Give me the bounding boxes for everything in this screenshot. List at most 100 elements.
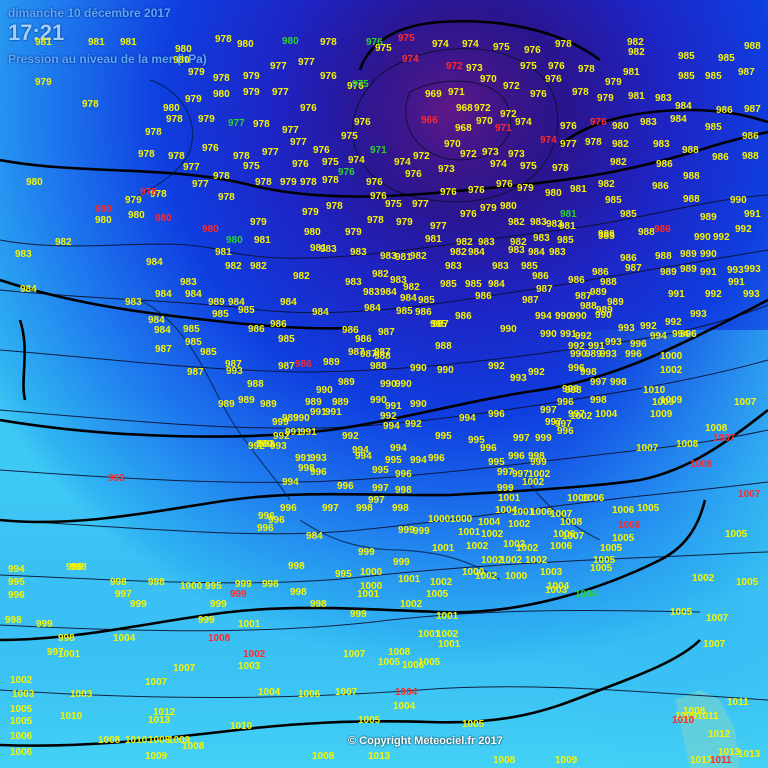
pressure-label: 983	[533, 233, 550, 244]
pressure-label: 1004	[393, 701, 416, 712]
pressure-label: 982	[250, 261, 267, 272]
pressure-label: 980	[500, 201, 517, 212]
pressure-label: 1001	[238, 619, 261, 630]
pressure-label: 989	[260, 399, 277, 410]
pressure-label: 987	[744, 104, 761, 115]
pressure-label: 978	[585, 137, 602, 148]
pressure-label: 998	[310, 599, 327, 610]
pressure-label: 1007	[335, 687, 358, 698]
pressure-label: 988	[247, 379, 264, 390]
pressure-label: 980	[282, 36, 299, 47]
pressure-label: 979	[302, 207, 319, 218]
pressure-label: 985	[183, 324, 200, 335]
pressure-label: 969	[425, 89, 442, 100]
pressure-label: 976	[300, 103, 317, 114]
pressure-label: 985	[396, 306, 413, 317]
pressure-label: 994	[459, 413, 476, 424]
pressure-label: 985	[598, 231, 615, 242]
pressure-label: 984	[185, 289, 202, 300]
pressure-label: 994	[390, 443, 407, 454]
pressure-label: 990	[293, 413, 310, 424]
pressure-label: 979	[243, 87, 260, 98]
pressure-label: 1008	[208, 633, 231, 644]
pressure-label: 974	[490, 159, 507, 170]
pressure-label: 995	[8, 577, 25, 588]
pressure-label: 1008	[98, 735, 121, 746]
pressure-label: 1004	[595, 409, 618, 420]
pressure-label: 987	[378, 327, 395, 338]
pressure-label: 1005	[637, 503, 660, 514]
pressure-label: 990	[595, 310, 612, 321]
pressure-label: 982	[612, 139, 629, 150]
pressure-label: 978	[215, 34, 232, 45]
pressure-label: 972	[460, 149, 477, 160]
pressure-label: 983	[180, 277, 197, 288]
pressure-label: 979	[35, 77, 52, 88]
pressure-label: 982	[225, 261, 242, 272]
pressure-label: 975	[375, 43, 392, 54]
pressure-label: 971	[370, 145, 387, 156]
pressure-label: 990	[437, 365, 454, 376]
pressure-label: 1002	[500, 555, 523, 566]
pressure-label: 977	[183, 162, 200, 173]
pressure-label: 985	[718, 53, 735, 64]
pressure-label: 1002	[430, 577, 453, 588]
pressure-label: 985	[465, 279, 482, 290]
pressure-label: 973	[466, 63, 483, 74]
pressure-label: 985	[238, 305, 255, 316]
pressure-label: 981	[623, 67, 640, 78]
pressure-label: 978	[253, 119, 270, 130]
pressure-label: 980	[304, 227, 321, 238]
pressure-label: 1010	[672, 715, 695, 726]
pressure-label: 993	[605, 337, 622, 348]
pressure-label: 980	[163, 103, 180, 114]
pressure-label: 970	[476, 116, 493, 127]
pressure-label: 998	[395, 485, 412, 496]
pressure-label: 983	[445, 261, 462, 272]
pressure-label: 1011	[727, 697, 749, 708]
pressure-label: 987	[522, 295, 539, 306]
pressure-label: 1010	[60, 711, 83, 722]
pressure-label: 994	[355, 451, 372, 462]
pressure-label: 976	[320, 71, 337, 82]
pressure-label: 996	[257, 523, 274, 534]
pressure-label: 983	[125, 297, 142, 308]
pressure-label: 986	[656, 159, 673, 170]
pressure-label: 1002	[466, 541, 489, 552]
pressure-label: 981	[254, 235, 271, 246]
pressure-label: 1003	[70, 689, 93, 700]
pressure-label: 989	[338, 377, 355, 388]
pressure-label: 986	[475, 291, 492, 302]
pressure-label: 978	[145, 127, 162, 138]
pressure-label: 974	[462, 39, 479, 50]
pressure-label: 998	[5, 615, 22, 626]
pressure-label: 1006	[10, 731, 33, 742]
pressure-label: 983	[653, 139, 670, 150]
pressure-label: 993	[270, 441, 287, 452]
pressure-label: 986	[455, 311, 472, 322]
pressure-label: 986	[532, 271, 549, 282]
pressure-label: 1008	[312, 751, 335, 762]
pressure-label: 1001	[498, 493, 521, 504]
pressure-label: 981	[425, 234, 442, 245]
pressure-label: 986	[270, 319, 287, 330]
pressure-label: 1004	[113, 633, 136, 644]
pressure-label: 989	[238, 395, 255, 406]
pressure-label: 976	[530, 89, 547, 100]
pressure-label: 979	[185, 94, 202, 105]
pressure-label: 980	[26, 177, 43, 188]
pressure-label: 1002	[692, 573, 715, 584]
pressure-label: 979	[345, 227, 362, 238]
pressure-label: 978	[552, 163, 569, 174]
pressure-label: 980	[202, 224, 219, 235]
pressure-label: 983	[508, 245, 525, 256]
pressure-label: 983	[492, 261, 509, 272]
pressure-label: 1007	[706, 613, 729, 624]
pressure-label: 1005	[670, 607, 693, 618]
pressure-label: 1004	[478, 517, 501, 528]
pressure-label: 978	[572, 87, 589, 98]
pressure-label: 978	[300, 177, 317, 188]
pressure-label: 980	[226, 235, 243, 246]
pressure-label: 994	[383, 421, 400, 432]
pressure-label: 985	[212, 309, 229, 320]
